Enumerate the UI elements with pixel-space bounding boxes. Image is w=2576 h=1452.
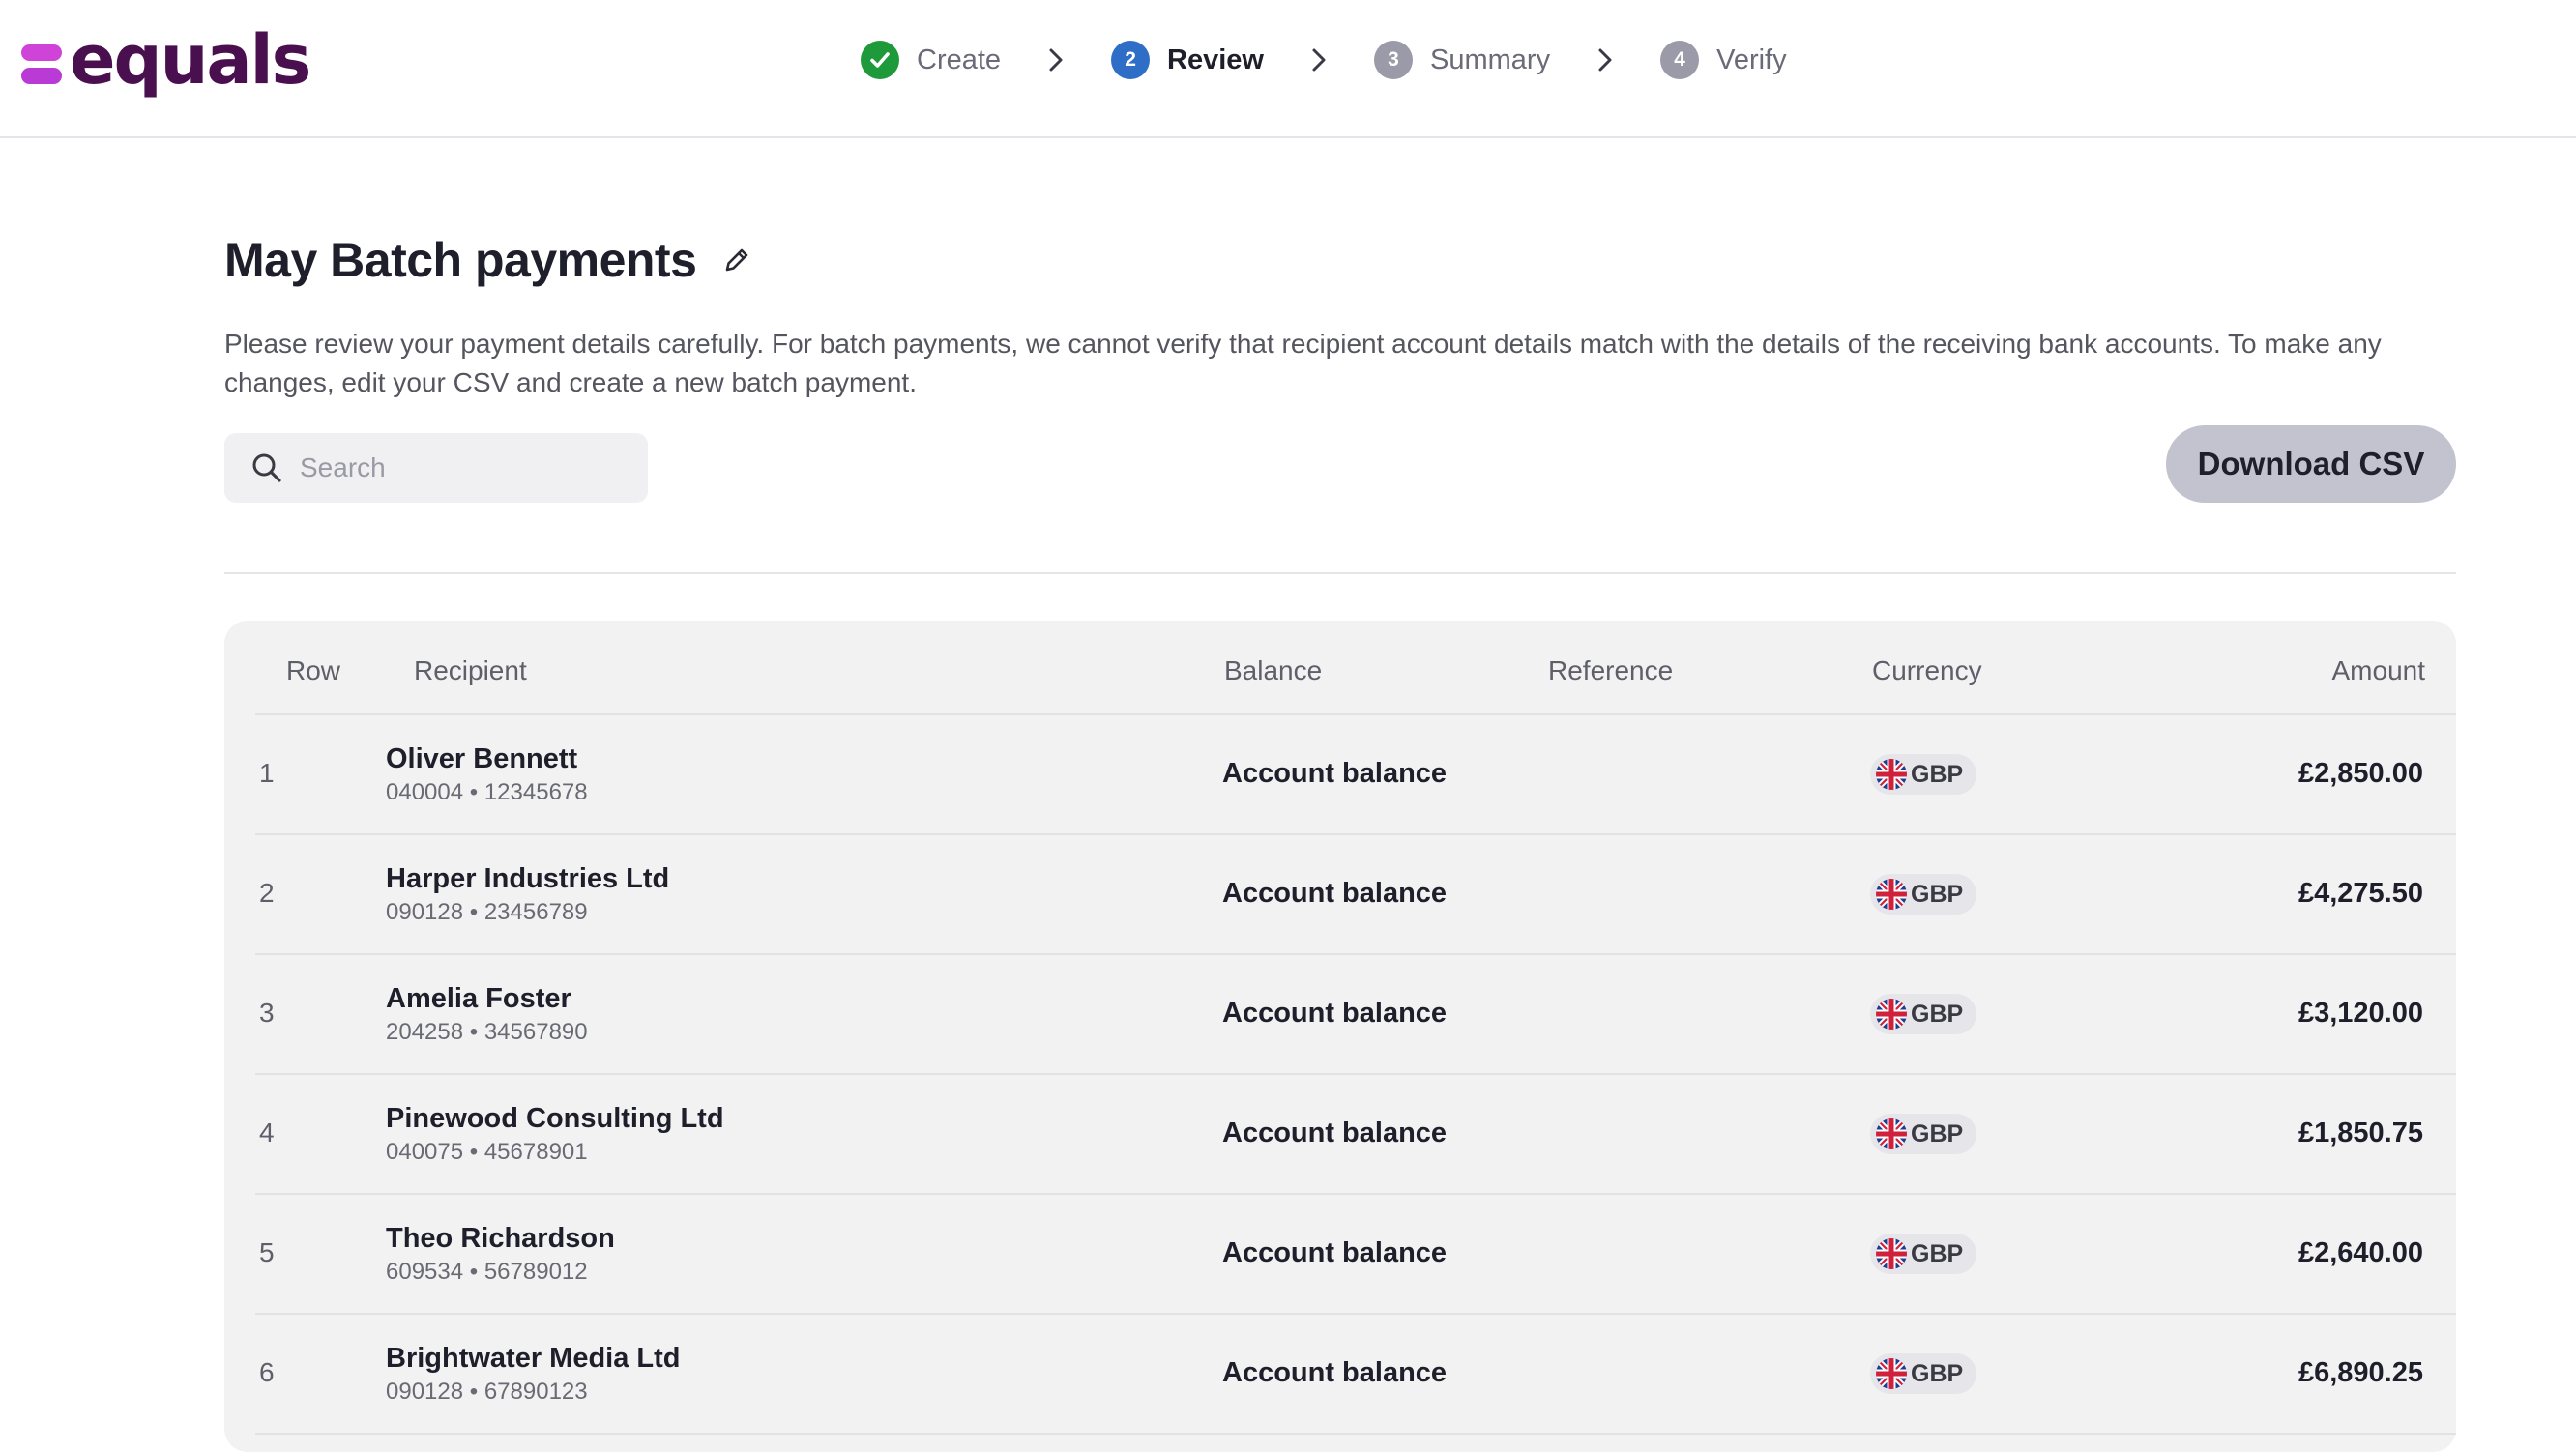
recipient-cell: Harper Industries Ltd 090128 • 23456789: [386, 862, 669, 928]
section-divider: [224, 572, 2456, 574]
currency-badge: GBP: [1870, 1353, 1977, 1394]
column-header-balance: Balance: [1224, 655, 1323, 685]
recipient-account: 040004 • 12345678: [386, 779, 588, 805]
recipient-account: 204258 • 34567890: [386, 1019, 588, 1045]
search-icon: [248, 449, 286, 487]
balance-cell: Account balance: [1222, 1237, 1448, 1268]
balance-cell: Account balance: [1222, 1118, 1448, 1148]
top-header: equals Create 2 Review 3 Summary 4 Verif…: [0, 0, 2576, 138]
step-summary[interactable]: 3 Summary: [1374, 41, 1550, 79]
title-row: May Batch payments: [224, 232, 754, 288]
recipient-account: 609534 • 56789012: [386, 1259, 588, 1285]
check-circle-icon: [861, 41, 899, 79]
recipient-account: 040075 • 45678901: [386, 1139, 588, 1165]
uk-flag-icon: [1876, 759, 1907, 790]
table-row[interactable]: 4 Pinewood Consulting Ltd 040075 • 45678…: [255, 1075, 2456, 1195]
table-body: 1 Oliver Bennett 040004 • 12345678 Accou…: [255, 715, 2456, 1435]
table-row[interactable]: 1 Oliver Bennett 040004 • 12345678 Accou…: [255, 715, 2456, 835]
table-row[interactable]: 3 Amelia Foster 204258 • 34567890 Accoun…: [255, 955, 2456, 1075]
table-row[interactable]: 6 Brightwater Media Ltd 090128 • 6789012…: [255, 1315, 2456, 1435]
step-number-badge: 3: [1374, 41, 1413, 79]
balance-cell: Account balance: [1222, 878, 1448, 909]
row-number: 5: [259, 1237, 275, 1267]
currency-code: GBP: [1911, 1000, 1964, 1028]
recipient-name: Oliver Bennett: [386, 743, 578, 774]
balance-cell: Account balance: [1222, 758, 1448, 789]
recipient-name: Brightwater Media Ltd: [386, 1343, 681, 1374]
row-number: 1: [259, 758, 275, 788]
amount-cell: £6,890.25: [2298, 1357, 2423, 1388]
currency-badge: GBP: [1870, 1234, 1977, 1274]
currency-badge: GBP: [1870, 994, 1977, 1034]
amount-cell: £3,120.00: [2298, 998, 2423, 1029]
currency-badge: GBP: [1870, 754, 1977, 795]
uk-flag-icon: [1876, 1238, 1907, 1269]
table-row[interactable]: 2 Harper Industries Ltd 090128 • 2345678…: [255, 835, 2456, 955]
row-number: 2: [259, 878, 275, 908]
balance-cell: Account balance: [1222, 1357, 1448, 1388]
balance-cell: Account balance: [1222, 998, 1448, 1029]
recipient-cell: Oliver Bennett 040004 • 12345678: [386, 742, 588, 808]
recipient-account: 090128 • 67890123: [386, 1379, 588, 1405]
step-label: Create: [917, 44, 1002, 75]
currency-code: GBP: [1911, 760, 1964, 788]
page-description: Please review your payment details caref…: [224, 329, 2382, 397]
row-number: 4: [259, 1118, 275, 1147]
amount-cell: £1,850.75: [2298, 1118, 2423, 1148]
step-review[interactable]: 2 Review: [1111, 41, 1264, 79]
equals-logo[interactable]: equals: [21, 20, 311, 100]
recipient-cell: Theo Richardson 609534 • 56789012: [386, 1222, 615, 1288]
column-header-reference: Reference: [1548, 655, 1674, 685]
step-verify[interactable]: 4 Verify: [1660, 41, 1787, 79]
column-header-row: Row: [286, 655, 341, 685]
step-label: Review: [1167, 44, 1264, 75]
search-input[interactable]: [300, 452, 629, 483]
download-csv-button[interactable]: Download CSV: [2166, 425, 2456, 503]
amount-cell: £2,640.00: [2298, 1237, 2423, 1268]
payments-table: Row Recipient Balance Reference Currency…: [224, 621, 2456, 1452]
amount-cell: £2,850.00: [2298, 758, 2423, 789]
step-number-badge: 2: [1111, 41, 1151, 79]
row-number: 3: [259, 998, 275, 1028]
recipient-account: 090128 • 23456789: [386, 899, 588, 925]
chevron-right-icon: [1593, 37, 1618, 83]
recipient-cell: Amelia Foster 204258 • 34567890: [386, 982, 588, 1048]
currency-badge: GBP: [1870, 1114, 1977, 1154]
recipient-name: Pinewood Consulting Ltd: [386, 1103, 724, 1134]
uk-flag-icon: [1876, 1358, 1907, 1389]
step-number-badge: 4: [1660, 41, 1700, 79]
step-label: Summary: [1430, 44, 1551, 75]
search-box[interactable]: [224, 433, 648, 503]
currency-code: GBP: [1911, 1359, 1964, 1387]
currency-code: GBP: [1911, 1239, 1964, 1267]
brand-name: equals: [70, 20, 311, 100]
recipient-cell: Brightwater Media Ltd 090128 • 67890123: [386, 1342, 681, 1408]
step-create[interactable]: Create: [861, 41, 1001, 79]
recipient-name: Amelia Foster: [386, 983, 571, 1014]
column-header-amount: Amount: [2331, 655, 2426, 685]
uk-flag-icon: [1876, 1118, 1907, 1149]
row-number: 6: [259, 1357, 275, 1387]
recipient-name: Harper Industries Ltd: [386, 863, 670, 894]
progress-stepper: Create 2 Review 3 Summary 4 Verify: [861, 37, 1787, 83]
recipient-name: Theo Richardson: [386, 1223, 615, 1254]
amount-cell: £4,275.50: [2298, 878, 2423, 909]
page-title: May Batch payments: [224, 233, 697, 287]
pencil-icon[interactable]: [719, 243, 754, 277]
equals-logo-icon: [21, 41, 64, 87]
currency-code: GBP: [1911, 1119, 1964, 1147]
currency-badge: GBP: [1870, 874, 1977, 915]
uk-flag-icon: [1876, 999, 1907, 1030]
recipient-cell: Pinewood Consulting Ltd 040075 • 4567890…: [386, 1102, 724, 1168]
column-header-currency: Currency: [1872, 655, 1982, 685]
table-row[interactable]: 5 Theo Richardson 609534 • 56789012 Acco…: [255, 1195, 2456, 1315]
column-header-recipient: Recipient: [414, 655, 527, 685]
chevron-right-icon: [1043, 37, 1068, 83]
step-label: Verify: [1716, 44, 1787, 75]
uk-flag-icon: [1876, 879, 1907, 910]
currency-code: GBP: [1911, 880, 1964, 908]
chevron-right-icon: [1306, 37, 1332, 83]
table-header: Row Recipient Balance Reference Currency…: [255, 621, 2456, 715]
